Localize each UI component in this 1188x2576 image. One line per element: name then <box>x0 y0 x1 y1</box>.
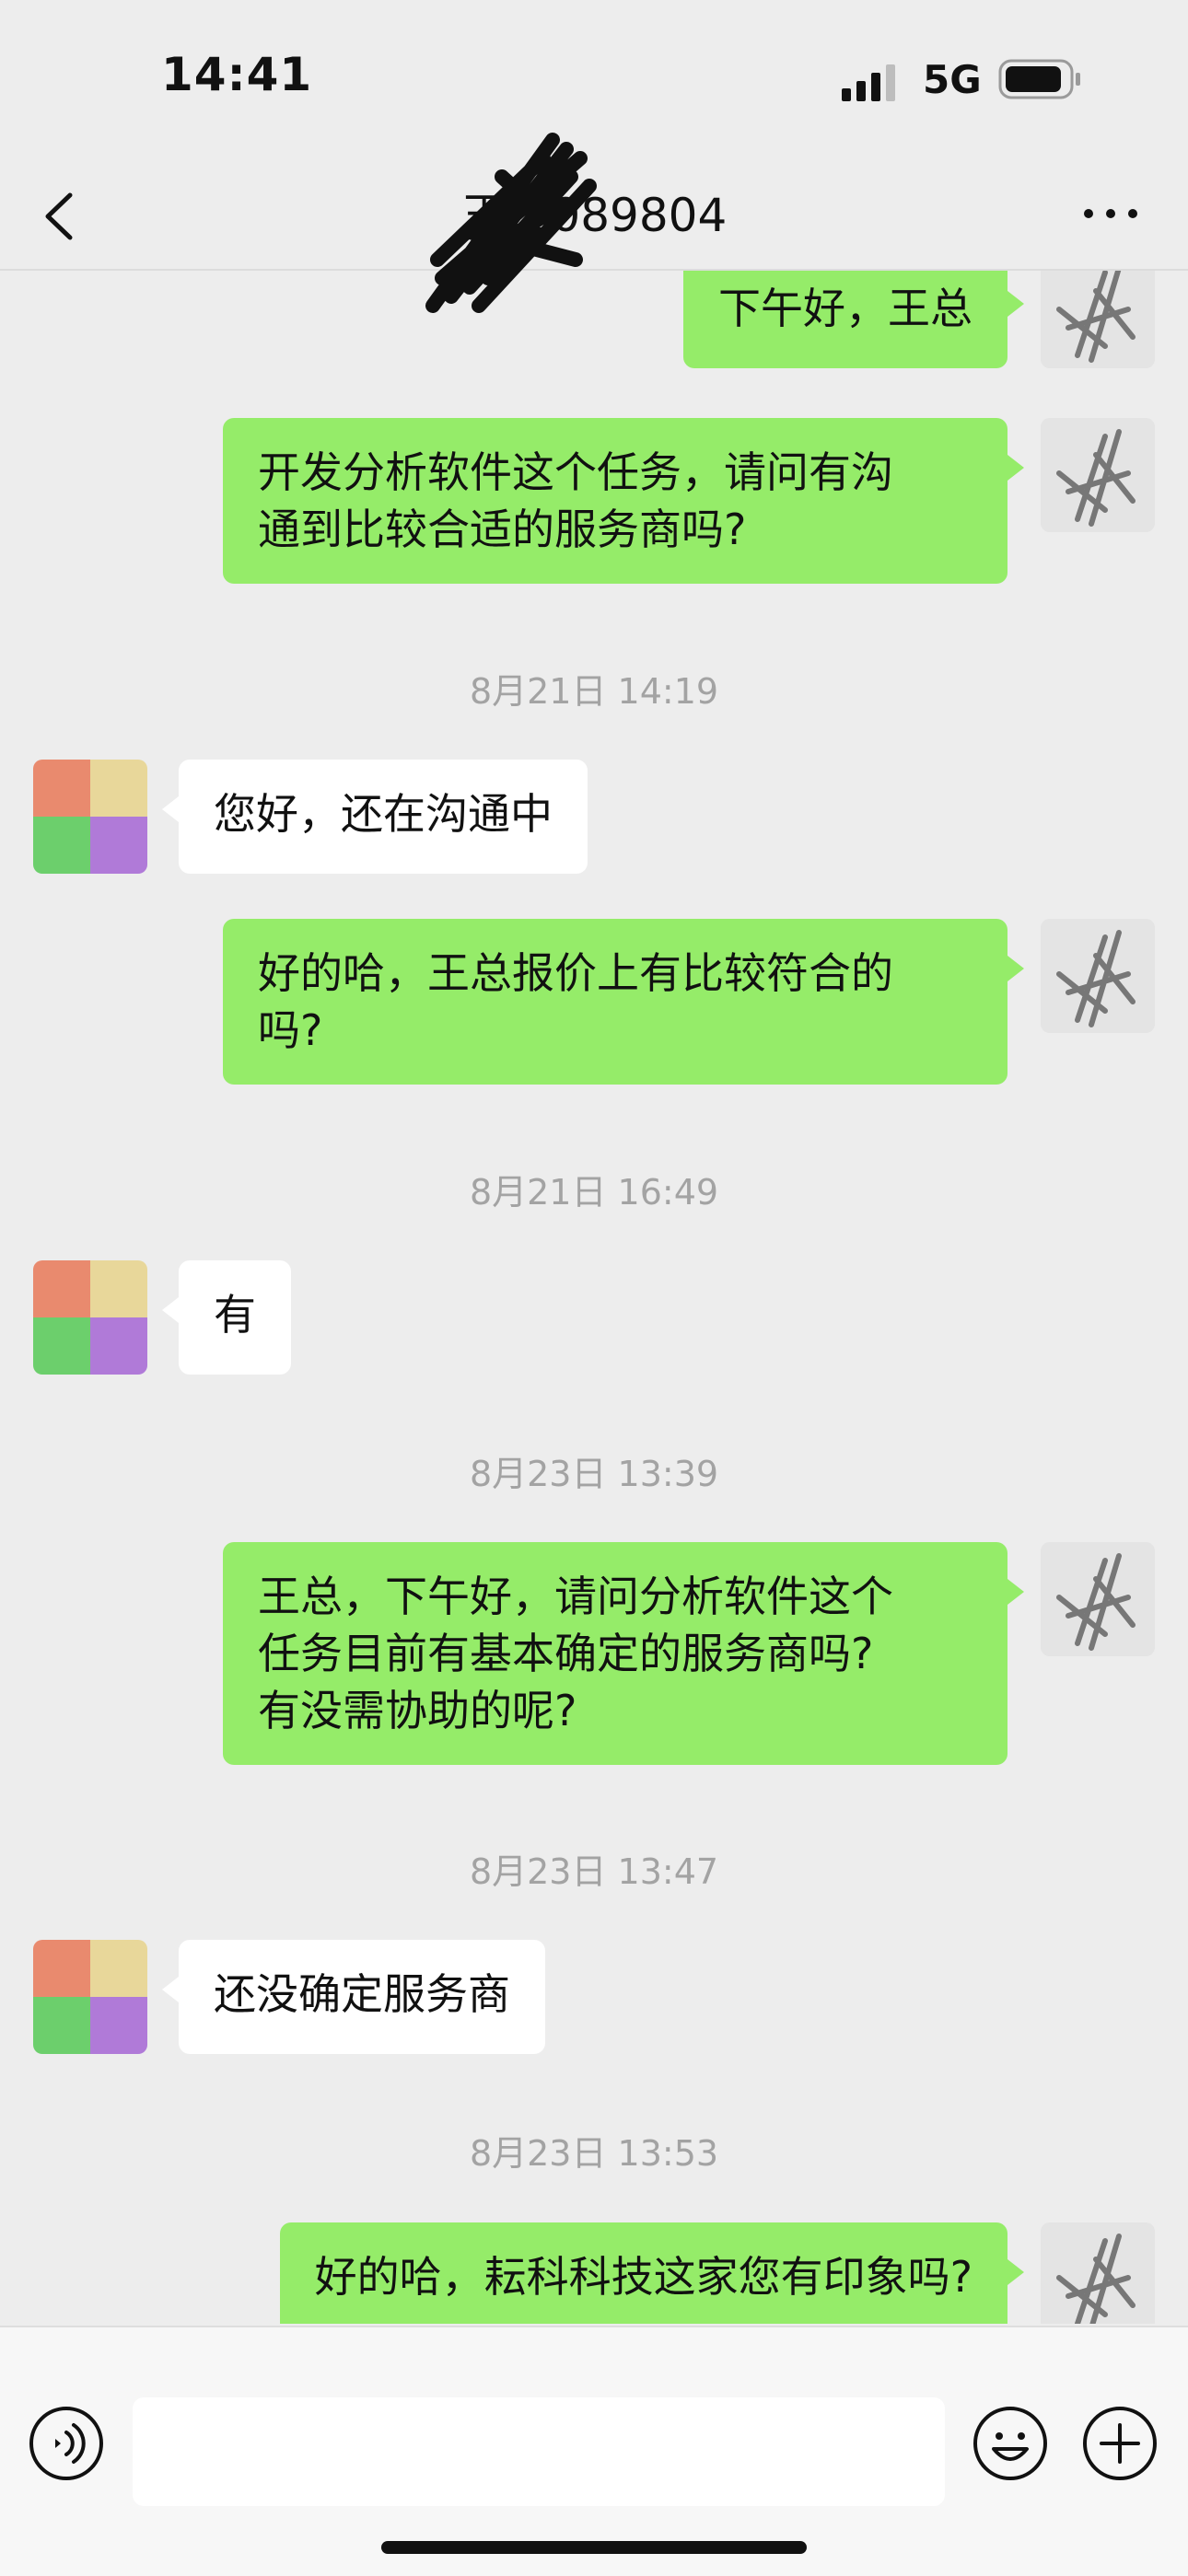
avatar-contact[interactable] <box>33 1260 147 1375</box>
avatar-tile <box>90 760 147 817</box>
avatar-self-image <box>1041 418 1155 532</box>
avatar-tile <box>33 1997 90 2054</box>
plus-icon <box>1083 2407 1157 2480</box>
avatar-tile <box>90 1940 147 1997</box>
avatar-tile <box>90 1997 147 2054</box>
avatar-tile <box>90 1260 147 1317</box>
message-bubble[interactable]: 还没确定服务商 <box>162 1940 545 2054</box>
more-button[interactable] <box>1081 201 1140 226</box>
avatar-tile <box>90 1317 147 1375</box>
signal-icon <box>842 64 895 101</box>
chat-header: 王 1089804 <box>0 133 1188 313</box>
avatar-self[interactable] <box>1041 269 1155 368</box>
timestamp: 8月23日 13:53 <box>469 2133 719 2174</box>
plus-button[interactable] <box>1081 2405 1159 2482</box>
avatar-tile <box>90 817 147 874</box>
avatar-tile <box>33 1260 90 1317</box>
message-bubble[interactable]: 有 <box>162 1260 291 1375</box>
avatar-tile <box>33 1317 90 1375</box>
avatar-self[interactable] <box>1041 919 1155 1033</box>
message-bubble[interactable]: 下午好，王总 <box>683 269 1024 368</box>
status-bar: 14:41 5G <box>0 0 1188 157</box>
avatar-self[interactable] <box>1041 2222 1155 2324</box>
avatar-self-image <box>1041 919 1155 1033</box>
timestamp: 8月21日 16:49 <box>469 1172 719 1213</box>
message-bubble[interactable]: 好的哈，王总报价上有比较符合的 吗? <box>223 919 1024 1085</box>
chat-title[interactable]: 王 1089804 <box>0 179 1188 245</box>
timestamp: 8月21日 14:19 <box>469 671 719 712</box>
avatar-self-image <box>1041 1542 1155 1656</box>
message-bubble[interactable]: 您好，还在沟通中 <box>162 760 588 874</box>
voice-button[interactable] <box>28 2405 105 2482</box>
message-bubble[interactable]: 好的哈，耘科科技这家您有印象吗? <box>279 2222 1025 2324</box>
message-input[interactable] <box>133 2397 945 2506</box>
avatar-tile <box>33 1940 90 1997</box>
avatar-self[interactable] <box>1041 418 1155 532</box>
message-list[interactable]: 下午好，王总 开发分析软件这个任务，请问有沟 通到比较合适的服务商吗? 8月21… <box>0 269 1188 2324</box>
avatar-contact[interactable] <box>33 1940 147 2054</box>
message-bubble[interactable]: 王总，下午好，请问分析软件这个 任务目前有基本确定的服务商吗? 有没需协助的呢? <box>223 1542 1024 1765</box>
avatar-contact[interactable] <box>33 760 147 874</box>
input-bar <box>0 2326 1188 2576</box>
timestamp: 8月23日 13:47 <box>469 1851 719 1892</box>
status-time: 14:41 <box>161 48 313 101</box>
home-indicator <box>381 2541 807 2554</box>
network-type: 5G <box>923 57 982 102</box>
more-dots-icon <box>1084 209 1137 218</box>
emoji-icon <box>973 2407 1047 2480</box>
message-bubble[interactable]: 开发分析软件这个任务，请问有沟 通到比较合适的服务商吗? <box>223 418 1024 584</box>
timestamp: 8月23日 13:39 <box>469 1454 719 1494</box>
avatar-self-image <box>1041 2222 1155 2324</box>
battery-icon <box>998 59 1080 99</box>
avatar-self[interactable] <box>1041 1542 1155 1656</box>
avatar-tile <box>33 760 90 817</box>
emoji-button[interactable] <box>972 2405 1049 2482</box>
avatar-tile <box>33 817 90 874</box>
avatar-self-image <box>1041 269 1155 368</box>
voice-icon <box>29 2407 103 2480</box>
